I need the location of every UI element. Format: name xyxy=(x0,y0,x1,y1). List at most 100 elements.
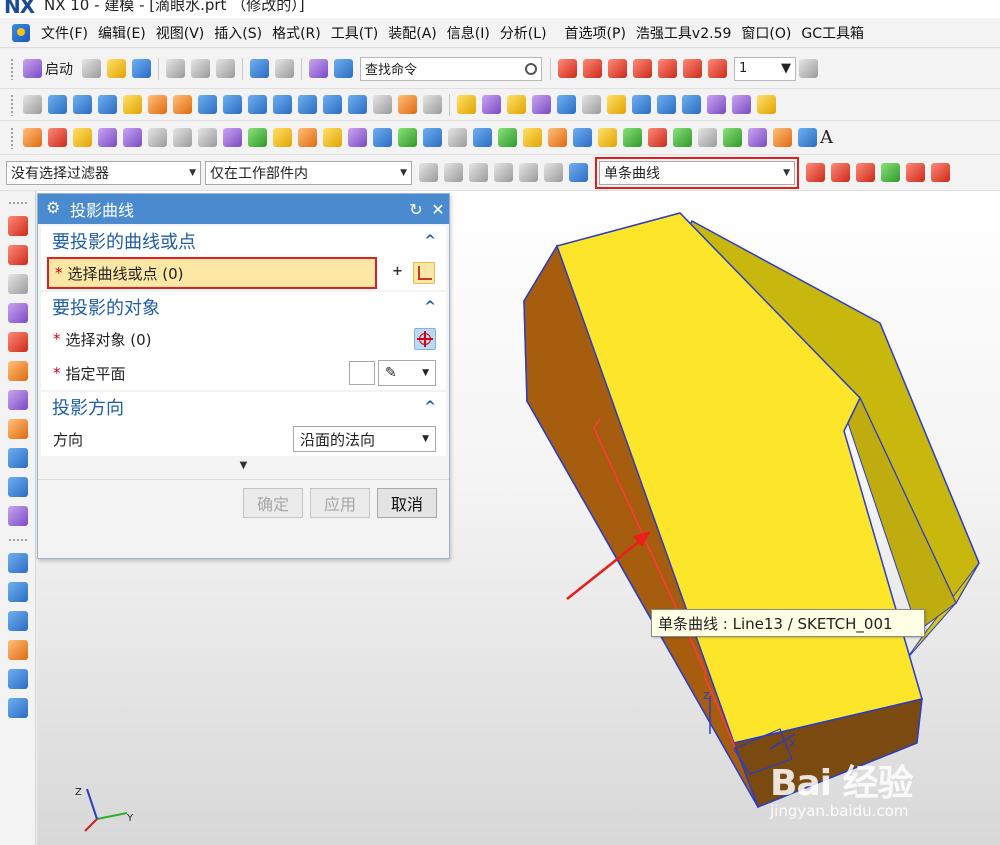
toolbar-grip[interactable] xyxy=(10,93,14,116)
pattern-icon[interactable] xyxy=(457,95,476,114)
through-curves-icon[interactable] xyxy=(7,582,28,602)
delete-icon[interactable] xyxy=(173,128,192,147)
subtract-icon[interactable] xyxy=(248,95,267,114)
offset-curve-icon[interactable] xyxy=(7,390,28,410)
extract-curve-icon[interactable] xyxy=(7,477,28,497)
select-features-icon[interactable] xyxy=(469,163,488,182)
polyline-icon[interactable] xyxy=(7,303,28,323)
insert-icon[interactable] xyxy=(98,128,117,147)
edge-blend-icon[interactable] xyxy=(298,95,317,114)
shade-icon[interactable] xyxy=(273,128,292,147)
start-menu-button[interactable]: 启动 xyxy=(45,59,73,79)
toolbar-grip[interactable] xyxy=(7,538,28,542)
pmi-icon[interactable] xyxy=(798,128,817,147)
sort-icon[interactable] xyxy=(523,128,542,147)
line-tool-icon[interactable] xyxy=(583,59,602,78)
render-icon[interactable] xyxy=(748,128,767,147)
emboss-icon[interactable] xyxy=(757,95,776,114)
menu-information[interactable]: 信息(I) xyxy=(442,23,495,43)
intersect-icon[interactable] xyxy=(273,95,292,114)
swept-icon[interactable] xyxy=(7,640,28,660)
project-curve-icon[interactable] xyxy=(7,419,28,439)
fillet-icon[interactable] xyxy=(7,332,28,352)
select-curve-field[interactable]: * 选择曲线或点 (0) xyxy=(47,257,377,289)
revolve-icon[interactable] xyxy=(173,95,192,114)
law-curve-icon[interactable] xyxy=(708,59,727,78)
weight-icon[interactable] xyxy=(298,128,317,147)
objects-section-header[interactable]: 要投影的对象 ^ xyxy=(41,292,446,322)
line-icon[interactable] xyxy=(7,216,28,236)
tree-icon[interactable] xyxy=(448,128,467,147)
curves-section-header[interactable]: 要投影的曲线或点 ^ xyxy=(41,226,446,256)
select-bodies-icon[interactable] xyxy=(494,163,513,182)
circle-point-icon[interactable] xyxy=(198,128,217,147)
mid-point-icon[interactable] xyxy=(931,163,950,182)
array-icon[interactable] xyxy=(507,95,526,114)
type-filter-select[interactable]: 没有选择过滤器 ▼ xyxy=(6,160,201,185)
network-icon[interactable] xyxy=(498,128,517,147)
offset-face-icon[interactable] xyxy=(532,95,551,114)
direction-section-header[interactable]: 投影方向 ^ xyxy=(41,392,446,422)
component-select-icon[interactable] xyxy=(544,163,563,182)
palette-icon[interactable] xyxy=(598,128,617,147)
redo-icon[interactable] xyxy=(275,59,294,78)
rectangle-icon[interactable] xyxy=(148,128,167,147)
command-search-input[interactable]: 查找命令 xyxy=(360,56,542,81)
follow-fillet-icon[interactable] xyxy=(831,163,850,182)
connect-icon[interactable] xyxy=(723,128,742,147)
undo-icon[interactable] xyxy=(250,59,269,78)
paste-icon[interactable] xyxy=(216,59,235,78)
parting-icon[interactable] xyxy=(73,128,92,147)
cylinder-icon[interactable] xyxy=(73,95,92,114)
rectangle-icon[interactable] xyxy=(7,274,28,294)
ruler-icon[interactable] xyxy=(323,128,342,147)
add-curve-button[interactable]: + xyxy=(387,262,409,284)
shell-icon[interactable] xyxy=(348,95,367,114)
menu-assembly[interactable]: 装配(A) xyxy=(383,23,442,43)
gear-parts-icon[interactable] xyxy=(773,128,792,147)
select-object-button[interactable] xyxy=(414,328,436,350)
open-folder-icon[interactable] xyxy=(107,59,126,78)
arc-icon[interactable] xyxy=(7,245,28,265)
layer-select[interactable]: 1 ▼ xyxy=(734,56,796,81)
solid-body-icon[interactable] xyxy=(569,163,588,182)
mirror-body-icon[interactable] xyxy=(373,128,392,147)
cone-icon[interactable] xyxy=(98,95,117,114)
cut-icon[interactable] xyxy=(166,59,185,78)
intersection-curve-icon[interactable] xyxy=(7,448,28,468)
kg-icon[interactable] xyxy=(348,128,367,147)
inxs-icon[interactable] xyxy=(198,95,217,114)
selection-intent-icon[interactable] xyxy=(444,163,463,182)
mirror-icon[interactable] xyxy=(482,95,501,114)
divide-curve-icon[interactable] xyxy=(7,506,28,526)
select-curve-button[interactable] xyxy=(413,262,435,284)
hole-icon[interactable] xyxy=(373,95,392,114)
point-tool-icon[interactable] xyxy=(608,59,627,78)
move-face-icon[interactable] xyxy=(707,95,726,114)
cancel-button[interactable]: 取消 xyxy=(377,488,437,518)
mesh-surface-icon[interactable] xyxy=(7,611,28,631)
trim-icon[interactable] xyxy=(7,361,28,381)
menu-format[interactable]: 格式(R) xyxy=(267,23,326,43)
datum-point-icon[interactable] xyxy=(557,95,576,114)
selection-scope-select[interactable]: 仅在工作部件内 ▼ xyxy=(205,160,412,185)
mesh-icon[interactable] xyxy=(123,128,142,147)
feature-curve-icon[interactable] xyxy=(856,163,875,182)
toolbar-grip[interactable] xyxy=(10,57,14,80)
chamfer-icon[interactable] xyxy=(323,95,342,114)
select-object-row[interactable]: * 选择对象 (0) xyxy=(41,322,446,356)
more-options-toggle[interactable]: ▼ xyxy=(38,458,449,480)
touch-mode-icon[interactable] xyxy=(334,59,353,78)
command-finder-icon[interactable] xyxy=(309,59,328,78)
patch-icon[interactable] xyxy=(657,95,676,114)
pipe-icon[interactable] xyxy=(573,128,592,147)
save-icon[interactable] xyxy=(132,59,151,78)
menu-preferences[interactable]: 首选项(P) xyxy=(560,23,631,43)
arc-tool-icon[interactable] xyxy=(683,59,702,78)
layer-settings-icon[interactable] xyxy=(799,59,818,78)
spline-tool-icon[interactable] xyxy=(633,59,652,78)
prt-icon[interactable] xyxy=(423,128,442,147)
draft-icon[interactable] xyxy=(398,95,417,114)
rectangle-select-icon[interactable] xyxy=(519,163,538,182)
fillet-curve-icon[interactable] xyxy=(658,59,677,78)
